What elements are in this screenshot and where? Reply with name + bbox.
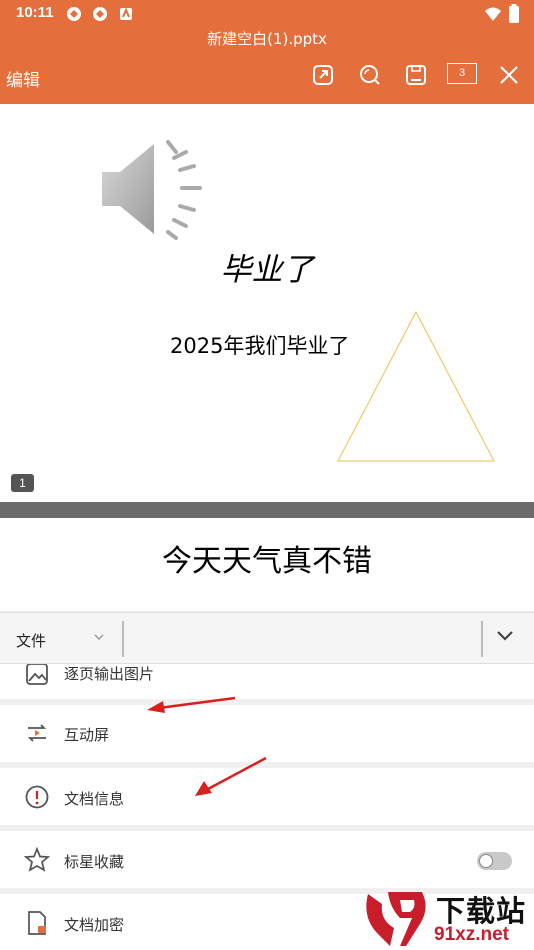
menu-item-label: 标星收藏	[64, 853, 125, 871]
document-lock-icon	[28, 911, 46, 935]
slide-2-title: 今天天气真不错	[162, 544, 372, 579]
toggle-knob	[479, 854, 493, 868]
triangle-shape	[337, 310, 495, 462]
close-icon	[500, 66, 518, 84]
close-button[interactable]	[494, 60, 524, 90]
speaker-icon	[102, 140, 202, 240]
slide-divider	[0, 502, 534, 518]
menu-item-export-images[interactable]: 逐页输出图片	[0, 664, 534, 699]
battery-icon	[509, 4, 519, 23]
file-title: 新建空白(1).pptx	[207, 30, 327, 48]
page-count-button[interactable]: 3	[447, 63, 477, 84]
info-icon	[25, 785, 49, 809]
slide-1[interactable]: 毕业了 2025年我们毕业了 1	[0, 104, 534, 502]
save-icon	[406, 65, 426, 85]
menu-item-star-favorite[interactable]: 标星收藏	[0, 831, 534, 888]
toolbar-separator	[481, 621, 483, 657]
wifi-icon	[485, 7, 501, 21]
menu-item-label: 文档信息	[64, 790, 125, 808]
edit-button[interactable]: 编辑	[6, 66, 40, 91]
chevron-down-icon[interactable]	[496, 629, 514, 643]
image-export-icon	[26, 664, 48, 685]
sync-icon	[93, 7, 107, 21]
bottom-toolbar: 文件	[0, 612, 534, 664]
slide-number-badge: 1	[11, 474, 34, 492]
watermark: 下载站 91xz.net	[360, 888, 534, 950]
app-notification-icon	[120, 7, 132, 20]
toolbar-separator	[122, 621, 124, 657]
app-header: 10:11 新建空白(1).pptx 编辑 3	[0, 0, 534, 104]
share-icon	[313, 65, 333, 85]
search-button[interactable]	[355, 60, 385, 90]
chevron-down-icon[interactable]	[94, 633, 104, 641]
watermark-url: 91xz.net	[434, 924, 509, 945]
tab-file[interactable]: 文件	[16, 630, 46, 651]
status-time: 10:11	[16, 4, 54, 21]
sync-icon	[67, 7, 81, 21]
status-bar: 10:11	[0, 0, 534, 28]
share-button[interactable]	[308, 60, 338, 90]
star-favorite-toggle[interactable]	[477, 852, 512, 870]
watermark-logo-icon	[366, 892, 426, 946]
menu-item-label: 文档加密	[64, 916, 125, 934]
annotation-arrow	[195, 756, 267, 796]
slide-title: 毕业了	[220, 252, 314, 288]
menu-item-interactive-screen[interactable]: 互动屏	[0, 705, 534, 762]
slide-subtitle: 2025年我们毕业了	[170, 334, 350, 358]
save-button[interactable]	[401, 60, 431, 90]
menu-item-label: 逐页输出图片	[64, 665, 155, 683]
star-icon	[24, 847, 50, 872]
slide-2[interactable]: 今天天气真不错	[0, 518, 534, 611]
annotation-arrow	[147, 696, 236, 713]
interactive-screen-icon	[27, 724, 47, 742]
search-icon	[360, 65, 380, 85]
menu-item-label: 互动屏	[64, 726, 110, 744]
